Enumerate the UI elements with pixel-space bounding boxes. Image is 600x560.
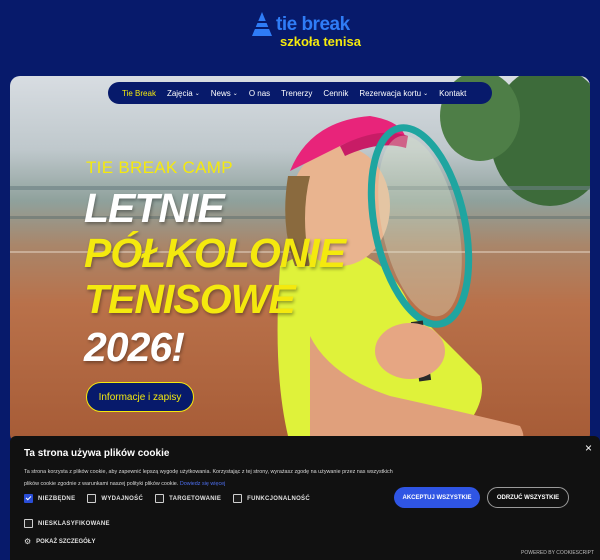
checkbox-label: TARGETOWANIE bbox=[169, 495, 222, 502]
hero-headline-line-2: PÓŁKOLONIE bbox=[84, 230, 346, 276]
checkbox-label: NIEZBĘDNE bbox=[38, 495, 76, 502]
nav-label: Cennik bbox=[323, 88, 349, 98]
nav-item-cennik[interactable]: Cennik bbox=[323, 89, 348, 98]
checkbox-niezbedne[interactable]: NIEZBĘDNE bbox=[24, 494, 75, 503]
gear-icon: ⚙ bbox=[24, 537, 32, 546]
cookie-learn-more-link[interactable]: Dowiedz się więcej bbox=[180, 481, 226, 487]
nav-label: Tie Break bbox=[122, 88, 156, 98]
nav-item-rezerwacja-kortu[interactable]: Rezerwacja kortu ⌄ bbox=[359, 89, 428, 98]
checkbox-targetowanie[interactable]: TARGETOWANIE bbox=[155, 494, 221, 503]
logo-title: tie break bbox=[276, 14, 350, 35]
nav-item-zajecia[interactable]: Zajęcia ⌄ bbox=[167, 89, 200, 98]
cookie-description: Ta strona korzysta z plików cookie, aby … bbox=[24, 466, 394, 490]
reject-all-button[interactable]: ODRZUĆ WSZYSTKIE bbox=[487, 487, 569, 508]
checkbox-label: NIESKLASYFIKOWANE bbox=[38, 520, 110, 527]
hero-headline-line-1: LETNIE bbox=[84, 185, 225, 231]
hero-eyebrow: TIE BREAK CAMP bbox=[86, 158, 233, 177]
checkbox-box[interactable] bbox=[87, 494, 97, 503]
main-navigation: Tie Break Zajęcia ⌄ News ⌄ O nas Trenerzy … bbox=[108, 82, 492, 104]
cookie-category-row: NIEZBĘDNE WYDAJNOŚĆ TARGETOWANIE FUNKCJO… bbox=[24, 494, 322, 503]
cookie-category-row: NIESKLASYFIKOWANE bbox=[24, 519, 122, 528]
show-details-label: POKAŻ SZCZEGÓŁY bbox=[36, 538, 96, 545]
nav-item-tie-break[interactable]: Tie Break bbox=[122, 89, 156, 98]
checkbox-wydajnosc[interactable]: WYDAJNOŚĆ bbox=[87, 494, 143, 503]
chevron-down-icon: ⌄ bbox=[194, 90, 200, 97]
checkbox-box[interactable] bbox=[233, 494, 243, 503]
logo-subtitle: szkoła tenisa bbox=[280, 34, 361, 49]
checkbox-label: WYDAJNOŚĆ bbox=[101, 495, 144, 502]
checkbox-niesklasyfikowane[interactable]: NIESKLASYFIKOWANE bbox=[24, 519, 110, 528]
cookie-title: Ta strona używa plików cookie bbox=[24, 448, 170, 459]
nav-label: O nas bbox=[248, 88, 271, 98]
nav-item-news[interactable]: News ⌄ bbox=[211, 89, 238, 98]
nav-label: Trenerzy bbox=[281, 88, 313, 98]
checkbox-box[interactable] bbox=[24, 494, 33, 503]
nav-label: Kontakt bbox=[439, 88, 467, 98]
show-details-toggle[interactable]: ⚙ POKAŻ SZCZEGÓŁY bbox=[24, 537, 96, 546]
chevron-down-icon: ⌄ bbox=[423, 90, 429, 97]
hero-headline-line-4: 2026! bbox=[84, 324, 185, 370]
nav-item-kontakt[interactable]: Kontakt bbox=[439, 89, 466, 98]
chevron-down-icon: ⌄ bbox=[232, 90, 238, 97]
nav-item-trenerzy[interactable]: Trenerzy bbox=[281, 89, 312, 98]
nav-label: Zajęcia bbox=[166, 88, 193, 98]
close-icon[interactable]: × bbox=[585, 441, 592, 455]
checkbox-funkcjonalnosc[interactable]: FUNKCJONALNOŚĆ bbox=[233, 494, 310, 503]
cookie-banner: Ta strona używa plików cookie × Ta stron… bbox=[10, 436, 600, 560]
tennis-logo-icon bbox=[252, 12, 272, 36]
nav-label: Rezerwacja kortu bbox=[359, 88, 422, 98]
accept-all-button[interactable]: AKCEPTUJ WSZYSTKIE bbox=[394, 487, 480, 508]
nav-label: News bbox=[210, 88, 231, 98]
checkbox-box[interactable] bbox=[24, 519, 33, 528]
info-signup-button[interactable]: Informacje i zapisy bbox=[86, 382, 194, 412]
hero-headline-line-3: TENISOWE bbox=[84, 276, 296, 322]
nav-item-o-nas[interactable]: O nas bbox=[249, 89, 270, 98]
checkbox-label: FUNKCJONALNOŚĆ bbox=[247, 495, 310, 502]
powered-by-label: POWERED BY COOKIESCRIPT bbox=[521, 550, 594, 556]
site-logo[interactable]: tie break szkoła tenisa bbox=[250, 10, 361, 50]
checkbox-box[interactable] bbox=[155, 494, 165, 503]
